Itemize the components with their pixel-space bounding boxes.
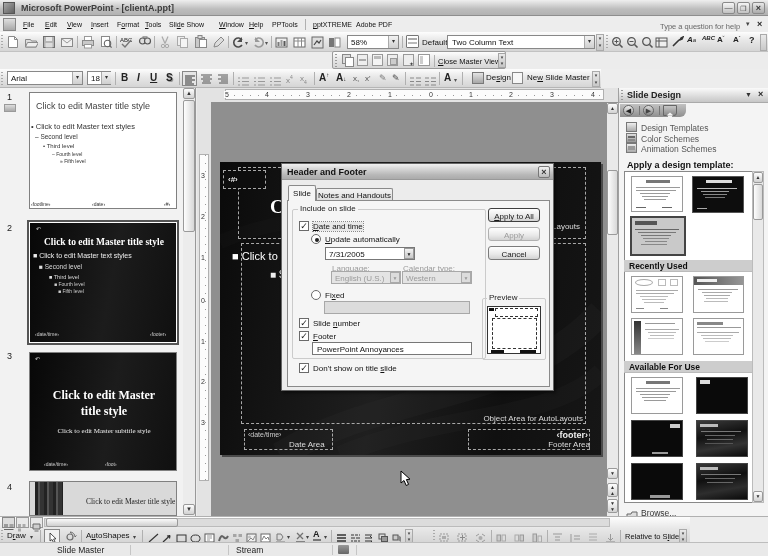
svg-text:ABC: ABC bbox=[120, 37, 133, 43]
